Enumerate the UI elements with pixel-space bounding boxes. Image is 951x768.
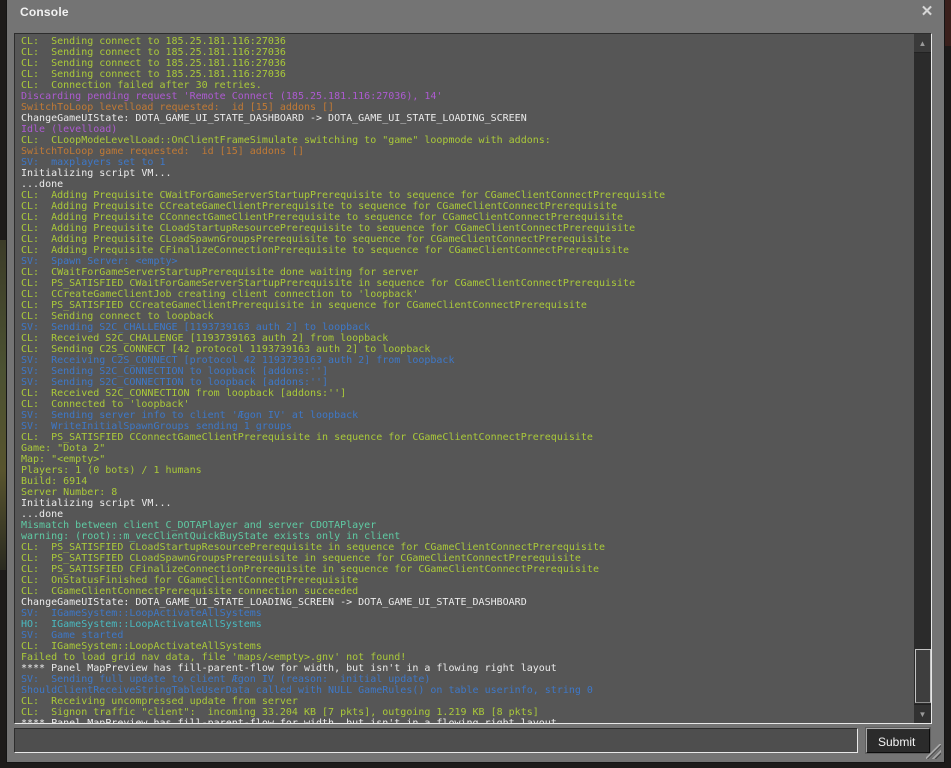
log-line: SV: Sending S2C_CHALLENGE [1193739163 au…: [21, 322, 913, 333]
log-line: Server Number: 8: [21, 487, 913, 498]
log-line: SV: maxplayers set to 1: [21, 157, 913, 168]
log-line: CL: Sending connect to 185.25.181.116:27…: [21, 58, 913, 69]
log-line: Map: "<empty>": [21, 454, 913, 465]
log-line: SV: IGameSystem::LoopActivateAllSystems: [21, 608, 913, 619]
log-line: SV: WriteInitialSpawnGroups sending 1 gr…: [21, 421, 913, 432]
log-line: CL: IGameSystem::LoopActivateAllSystems: [21, 641, 913, 652]
log-line: CL: CLoopModeLevelLoad::OnClientFrameSim…: [21, 135, 913, 146]
log-line: CL: CGameClientConnectPrerequisite conne…: [21, 586, 913, 597]
log-line: SwitchToLoop game requested: id [15] add…: [21, 146, 913, 157]
console-command-input[interactable]: [14, 728, 858, 753]
log-line: CL: Sending connect to loopback: [21, 311, 913, 322]
log-line: CL: Signon traffic "client": incoming 33…: [21, 707, 913, 718]
log-line: **** Panel MapPreview has fill-parent-fl…: [21, 718, 913, 723]
log-line: SV: Sending S2C_CONNECTION to loopback […: [21, 377, 913, 388]
log-line: CL: CCreateGameClientJob creating client…: [21, 289, 913, 300]
page-title: Console: [20, 5, 69, 19]
log-line: CL: PS_SATISFIED CWaitForGameServerStart…: [21, 278, 913, 289]
log-line: CL: Adding Prequisite CWaitForGameServer…: [21, 190, 913, 201]
log-line: HO: IGameSystem::LoopActivateAllSystems: [21, 619, 913, 630]
console-log: CL: Sending connect to 185.25.181.116:27…: [14, 33, 932, 724]
scroll-up-button[interactable]: ▲: [914, 34, 931, 53]
background-peek-topright: [943, 0, 951, 46]
log-line: ...done: [21, 509, 913, 520]
log-line: Initializing script VM...: [21, 498, 913, 509]
log-line: CL: Adding Prequisite CCreateGameClientP…: [21, 201, 913, 212]
log-line: CL: PS_SATISFIED CConnectGameClientPrere…: [21, 432, 913, 443]
log-line: CL: Sending connect to 185.25.181.116:27…: [21, 36, 913, 47]
log-line: SwitchToLoop levelload requested: id [15…: [21, 102, 913, 113]
log-line: CL: CWaitForGameServerStartupPrerequisit…: [21, 267, 913, 278]
log-line: Build: 6914: [21, 476, 913, 487]
log-line: SV: Sending S2C_CONNECTION to loopback […: [21, 366, 913, 377]
log-line: Idle (levelload): [21, 124, 913, 135]
log-line: Discarding pending request 'Remote Conne…: [21, 91, 913, 102]
scroll-down-button[interactable]: ▼: [914, 704, 931, 723]
log-line: ShouldClientReceiveStringTableUserData c…: [21, 685, 913, 696]
log-line: SV: Game started: [21, 630, 913, 641]
resize-grip-icon[interactable]: [926, 744, 941, 759]
scrollbar-thumb[interactable]: [915, 649, 931, 703]
log-line: Mismatch between client C_DOTAPlayer and…: [21, 520, 913, 531]
background-peek-left: [0, 240, 7, 570]
log-line: SV: Spawn Server: <empty>: [21, 256, 913, 267]
log-line: CL: Connected to 'loopback': [21, 399, 913, 410]
log-line: CL: Receiving uncompressed update from s…: [21, 696, 913, 707]
log-line: CL: Adding Prequisite CLoadStartupResour…: [21, 223, 913, 234]
log-line: CL: PS_SATISFIED CLoadStartupResourcePre…: [21, 542, 913, 553]
log-line: ChangeGameUIState: DOTA_GAME_UI_STATE_LO…: [21, 597, 913, 608]
log-line: CL: Sending connect to 185.25.181.116:27…: [21, 69, 913, 80]
log-line: CL: Adding Prequisite CConnectGameClient…: [21, 212, 913, 223]
log-line: CL: OnStatusFinished for CGameClientConn…: [21, 575, 913, 586]
console-window: Console ✕ CL: Sending connect to 185.25.…: [7, 0, 944, 762]
log-line: SV: Sending full update to client Ægon I…: [21, 674, 913, 685]
log-line: CL: Received S2C_CHALLENGE [1193739163 a…: [21, 333, 913, 344]
log-line: CL: Sending C2S_CONNECT [42 protocol 119…: [21, 344, 913, 355]
close-icon[interactable]: ✕: [918, 3, 936, 21]
log-line: CL: Adding Prequisite CLoadSpawnGroupsPr…: [21, 234, 913, 245]
title-bar[interactable]: Console ✕: [7, 0, 944, 33]
log-line: warning: (root)::m_vecClientQuickBuyStat…: [21, 531, 913, 542]
log-line: CL: PS_SATISFIED CCreateGameClientPrereq…: [21, 300, 913, 311]
submit-button[interactable]: Submit: [866, 728, 930, 753]
log-line: CL: PS_SATISFIED CLoadSpawnGroupsPrerequ…: [21, 553, 913, 564]
log-line: CL: Adding Prequisite CFinalizeConnectio…: [21, 245, 913, 256]
log-line: Game: "Dota 2": [21, 443, 913, 454]
log-line: CL: Received S2C_CONNECTION from loopbac…: [21, 388, 913, 399]
log-line: CL: PS_SATISFIED CFinalizeConnectionPrer…: [21, 564, 913, 575]
log-lines: CL: Sending connect to 185.25.181.116:27…: [21, 36, 913, 723]
scrollbar-track[interactable]: ▲ ▼: [914, 34, 931, 723]
log-line: Failed to load grid nav data, file 'maps…: [21, 652, 913, 663]
log-line: CL: Sending connect to 185.25.181.116:27…: [21, 47, 913, 58]
log-line: ...done: [21, 179, 913, 190]
log-line: **** Panel MapPreview has fill-parent-fl…: [21, 663, 913, 674]
log-line: CL: Connection failed after 30 retries.: [21, 80, 913, 91]
log-line: Players: 1 (0 bots) / 1 humans: [21, 465, 913, 476]
log-line: ChangeGameUIState: DOTA_GAME_UI_STATE_DA…: [21, 113, 913, 124]
log-line: Initializing script VM...: [21, 168, 913, 179]
log-line: SV: Receiving C2S_CONNECT [protocol 42 1…: [21, 355, 913, 366]
log-line: SV: Sending server info to client 'Ægon …: [21, 410, 913, 421]
